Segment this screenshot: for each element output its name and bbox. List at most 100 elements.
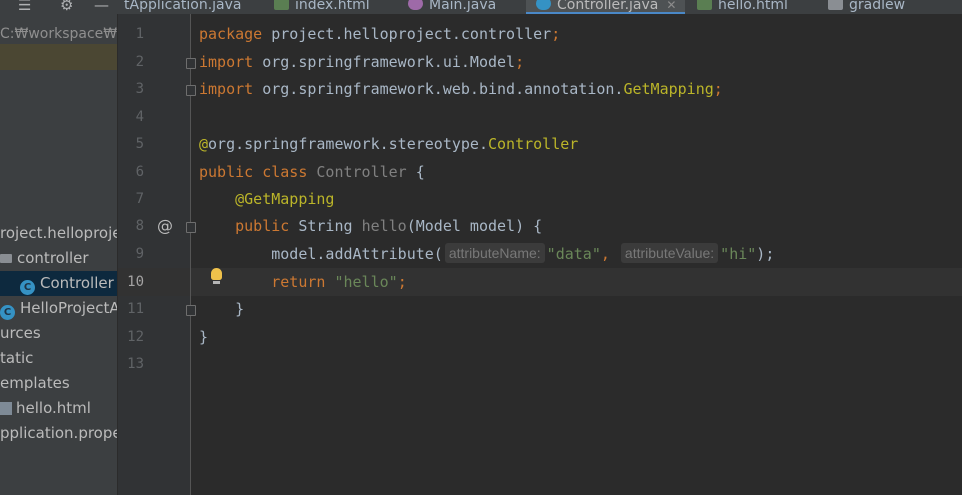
keyword: import xyxy=(199,53,254,71)
keyword: public class xyxy=(199,163,308,181)
tree-item-label: tatic xyxy=(0,349,34,367)
close-icon[interactable]: ✕ xyxy=(666,0,676,12)
folder-icon xyxy=(0,254,12,263)
tree-item-templates[interactable]: emplates xyxy=(0,371,70,396)
semicolon: ; xyxy=(397,273,407,291)
tab-label: gradlew xyxy=(849,0,906,13)
code-line-1[interactable]: package project.helloproject.controller; xyxy=(199,20,560,48)
line-number: 7 xyxy=(135,191,144,207)
project-path: C:₩workspace₩h xyxy=(0,26,117,42)
line-number: 4 xyxy=(135,109,144,125)
method-name: hello xyxy=(361,217,407,235)
tree-item-hello-html[interactable]: hello.html xyxy=(0,396,91,421)
line-number: 11 xyxy=(127,301,144,317)
code-line-6[interactable]: public class Controller { xyxy=(199,158,425,186)
annotation-name: GetMapping xyxy=(623,80,714,98)
code-text: { xyxy=(406,163,425,181)
tree-item-label: pplication.proper xyxy=(0,424,117,442)
tab-label: tApplication.java xyxy=(124,0,242,13)
active-tab-indicator xyxy=(526,12,685,14)
html-file-icon xyxy=(697,0,712,10)
tab-label: hello.html xyxy=(718,0,788,13)
tab-label: index.html xyxy=(295,0,370,13)
keyword: import xyxy=(199,80,254,98)
tree-item-static[interactable]: tatic xyxy=(0,346,33,371)
collapse-all-icon[interactable]: ☰ xyxy=(18,0,31,14)
line-number: 6 xyxy=(135,164,144,180)
semicolon: ; xyxy=(551,25,561,43)
code-line-12[interactable]: } xyxy=(199,323,208,351)
hide-icon[interactable]: — xyxy=(94,0,109,14)
editor-tab-bar: ☰ ⚙ — tApplication.java index.html Main.… xyxy=(0,0,962,14)
tree-item-package[interactable]: roject.helloprojec xyxy=(0,221,117,246)
line-number: 9 xyxy=(135,246,144,262)
line-number: 13 xyxy=(127,356,144,372)
tree-item-resources[interactable]: urces xyxy=(0,321,41,346)
code-line-3[interactable]: import org.springframework.web.bind.anno… xyxy=(199,75,723,103)
code-text: model.addAttribute( xyxy=(271,245,443,263)
line-number: 2 xyxy=(135,54,144,70)
tree-item-application-properties[interactable]: pplication.proper xyxy=(0,421,117,446)
string-literal: "data" xyxy=(546,245,601,263)
code-line-10[interactable]: return "hello"; xyxy=(199,268,407,296)
project-toolbar: ☰ ⚙ — xyxy=(0,0,118,14)
code-line-8[interactable]: public String hello(Model model) { xyxy=(199,212,542,240)
tree-item-label: controller xyxy=(17,249,89,267)
comma: , xyxy=(600,245,610,263)
code-line-5[interactable]: @org.springframework.stereotype.Controll… xyxy=(199,130,578,158)
fold-marker-icon[interactable] xyxy=(186,305,196,316)
code-text: org.springframework.web.bind.annotation. xyxy=(253,80,624,98)
code-line-2[interactable]: import org.springframework.ui.Model; xyxy=(199,48,524,76)
code-line-11[interactable]: } xyxy=(199,295,244,323)
settings-icon[interactable]: ⚙ xyxy=(60,0,73,14)
run-class-icon xyxy=(408,0,423,10)
spring-class-icon: C xyxy=(0,305,15,320)
tree-item-app-class[interactable]: C HelloProjectAp xyxy=(0,296,117,321)
tab-hello-html[interactable]: hello.html xyxy=(697,0,788,14)
fold-marker-icon[interactable] xyxy=(186,85,196,96)
line-number: 12 xyxy=(127,329,144,345)
parameter-hint: attributeName: xyxy=(444,243,545,263)
line-number: 5 xyxy=(135,136,144,152)
script-file-icon xyxy=(828,0,843,10)
tab-main-java[interactable]: Main.java xyxy=(408,0,496,14)
line-number: 8 xyxy=(135,218,144,234)
code-text: } xyxy=(199,300,245,318)
request-mapping-gutter-icon[interactable]: @ xyxy=(157,212,173,240)
tree-item-controller-folder[interactable]: controller xyxy=(0,246,89,271)
semicolon: ; xyxy=(515,53,525,71)
line-number: 10 xyxy=(127,274,144,290)
tree-item-label: emplates xyxy=(0,374,70,392)
code-text: (Model model) { xyxy=(406,217,543,235)
project-root-highlight xyxy=(0,44,117,70)
fold-marker-icon[interactable] xyxy=(186,58,196,69)
tab-index-html[interactable]: index.html xyxy=(274,0,370,14)
code-line-7[interactable]: @GetMapping xyxy=(199,185,334,213)
tree-item-controller-class[interactable]: C Controller xyxy=(0,271,117,296)
string-literal: "hello" xyxy=(325,273,398,291)
tab-gradlew[interactable]: gradlew xyxy=(828,0,905,14)
java-class-icon: C xyxy=(20,280,35,295)
string-literal: "hi" xyxy=(720,245,757,263)
annotation-at: @ xyxy=(199,135,209,153)
code-text: } xyxy=(199,328,209,346)
annotation-name: @GetMapping xyxy=(235,190,335,208)
line-number: 3 xyxy=(135,81,144,97)
code-line-9[interactable]: model.addAttribute(attributeName: "data",… xyxy=(199,240,774,268)
code-text: org.springframework.ui.Model xyxy=(253,53,516,71)
html-file-icon xyxy=(0,402,12,415)
keyword: public xyxy=(235,217,290,235)
fold-marker-icon[interactable] xyxy=(186,222,196,233)
code-text: ); xyxy=(756,245,775,263)
class-name: Controller xyxy=(307,163,407,181)
tree-item-label: roject.helloprojec xyxy=(0,224,117,242)
html-file-icon xyxy=(274,0,289,10)
tree-item-label: urces xyxy=(0,324,41,342)
tab-application-java[interactable]: tApplication.java xyxy=(124,0,242,14)
code-text: project.helloproject.controller xyxy=(262,25,552,43)
code-text: org.springframework.stereotype. xyxy=(208,135,488,153)
code-text: String xyxy=(289,217,362,235)
